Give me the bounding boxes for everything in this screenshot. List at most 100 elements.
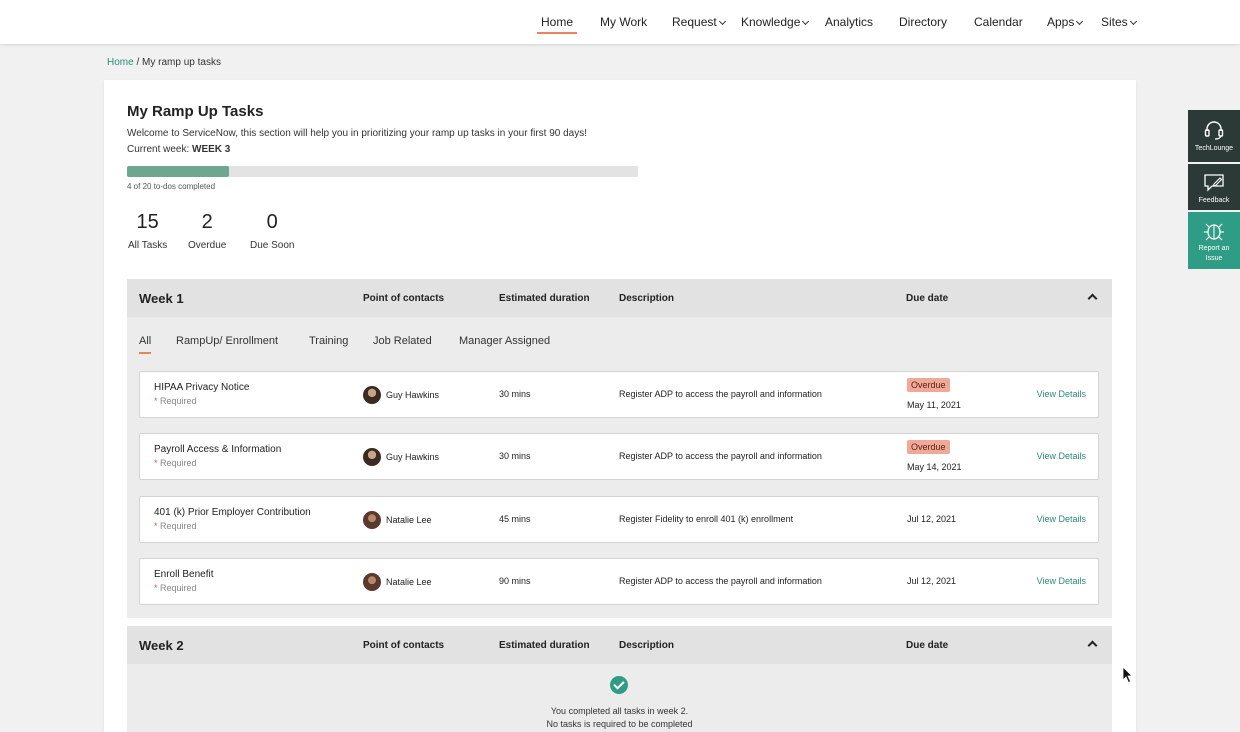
task-duration: 45 mins: [499, 514, 531, 524]
breadcrumb: Home / My ramp up tasks: [107, 57, 221, 68]
overdue-badge: Overdue: [907, 378, 950, 392]
task-duration: 30 mins: [499, 451, 531, 461]
task-description: Register ADP to access the payroll and i…: [619, 576, 822, 586]
view-details-link[interactable]: View Details: [1037, 576, 1086, 586]
nav-request-label: Request: [672, 15, 717, 29]
stat-due-soon[interactable]: 0 Due Soon: [250, 211, 294, 251]
week-1-header[interactable]: Week 1 Point of contacts Estimated durat…: [127, 279, 1112, 317]
tab-rampup-enrollment[interactable]: RampUp/ Enrollment: [176, 335, 278, 347]
task-due-date: Jul 12, 2021: [907, 514, 957, 524]
col-duration: Estimated duration: [499, 293, 590, 304]
col-due-date: Due date: [906, 293, 949, 304]
task-contact: Guy Hawkins: [363, 386, 439, 404]
stat-value: 2: [201, 211, 213, 233]
overdue-badge: Overdue: [907, 440, 950, 454]
current-week: Current week: WEEK 3: [127, 144, 230, 155]
task-due-date: Jul 12, 2021: [907, 576, 957, 586]
nav-my-work[interactable]: My Work: [600, 15, 647, 29]
required-asterisk: *: [154, 458, 158, 468]
task-name: HIPAA Privacy Notice: [154, 382, 250, 393]
nav-knowledge[interactable]: Knowledge: [741, 15, 810, 29]
view-details-link[interactable]: View Details: [1037, 514, 1086, 524]
task-required: * Required: [154, 521, 197, 531]
avatar: [363, 511, 381, 529]
task-due-date: May 11, 2021: [907, 400, 961, 410]
task-row[interactable]: Payroll Access & Information * Required …: [139, 433, 1099, 480]
week-complete-message: You completed all tasks in week 2.: [550, 706, 689, 716]
chevron-down-icon: [802, 17, 810, 26]
task-contact: Natalie Lee: [363, 573, 432, 591]
tab-manager-assigned[interactable]: Manager Assigned: [459, 335, 550, 347]
col-description: Description: [619, 640, 675, 651]
nav-sites[interactable]: Sites: [1101, 15, 1137, 29]
stat-overdue[interactable]: 2 Overdue: [188, 211, 226, 251]
week-2-section: Week 2 Point of contacts Estimated durat…: [127, 626, 1112, 732]
task-row[interactable]: HIPAA Privacy Notice * Required Guy Hawk…: [139, 371, 1099, 418]
current-week-label: Current week:: [127, 144, 190, 155]
task-name: Enroll Benefit: [154, 569, 214, 580]
required-label: Required: [160, 583, 197, 593]
collapse-icon[interactable]: [1087, 640, 1098, 651]
task-duration: 30 mins: [499, 389, 531, 399]
avatar: [363, 448, 381, 466]
feedback-label: Feedback: [1198, 197, 1230, 204]
progress-fill: [127, 166, 230, 177]
view-details-link[interactable]: View Details: [1037, 389, 1086, 399]
task-description: Register Fidelity to enroll 401 (k) enro…: [619, 514, 794, 524]
tab-all[interactable]: All: [139, 335, 152, 354]
task-contact: Natalie Lee: [363, 511, 432, 529]
required-asterisk: *: [154, 583, 158, 593]
breadcrumb-home[interactable]: Home: [107, 57, 134, 68]
nav-apps-label: Apps: [1047, 15, 1075, 29]
nav-calendar[interactable]: Calendar: [974, 15, 1023, 29]
task-name: 401 (k) Prior Employer Contribution: [154, 507, 311, 518]
stat-all-tasks[interactable]: 15 All Tasks: [128, 211, 167, 251]
col-contact: Point of contacts: [363, 640, 445, 651]
nav-request[interactable]: Request: [672, 15, 726, 29]
breadcrumb-separator: /: [136, 57, 140, 68]
contact-name: Guy Hawkins: [386, 390, 440, 400]
nav-home[interactable]: Home: [536, 15, 578, 34]
stat-label: All Tasks: [128, 240, 168, 251]
task-due-date: May 14, 2021: [907, 462, 962, 472]
required-label: Required: [160, 521, 197, 531]
nav-sites-label: Sites: [1101, 15, 1128, 29]
task-required: * Required: [154, 396, 197, 406]
task-row[interactable]: 401 (k) Prior Employer Contribution * Re…: [139, 496, 1099, 543]
week-1-tabs: All RampUp/ Enrollment Training Job Rela…: [127, 317, 1112, 361]
view-details-link[interactable]: View Details: [1037, 451, 1086, 461]
feedback-button[interactable]: Feedback: [1188, 164, 1240, 210]
avatar: [363, 386, 381, 404]
breadcrumb-current: My ramp up tasks: [142, 57, 221, 68]
nav-analytics[interactable]: Analytics: [825, 15, 873, 29]
report-issue-button[interactable]: Report an Issue: [1188, 212, 1240, 269]
stat-value: 15: [136, 211, 159, 233]
week-2-header[interactable]: Week 2 Point of contacts Estimated durat…: [127, 626, 1112, 664]
nav-apps[interactable]: Apps: [1047, 15, 1084, 29]
avatar: [363, 573, 381, 591]
techlounge-button[interactable]: TechLounge: [1188, 110, 1240, 162]
nav-directory[interactable]: Directory: [899, 15, 947, 29]
required-label: Required: [160, 396, 197, 406]
col-description: Description: [619, 293, 675, 304]
required-asterisk: *: [154, 521, 158, 531]
task-required: * Required: [154, 458, 197, 468]
tab-training[interactable]: Training: [309, 335, 348, 347]
stat-value: 0: [266, 211, 278, 233]
task-row[interactable]: Enroll Benefit * Required Natalie Lee 90…: [139, 558, 1099, 605]
bug-icon: [1204, 223, 1224, 241]
contact-name: Natalie Lee: [386, 577, 432, 587]
week-title: Week 1: [139, 291, 184, 306]
tab-job-related[interactable]: Job Related: [373, 335, 432, 347]
page-title: My Ramp Up Tasks: [127, 103, 264, 120]
task-description: Register ADP to access the payroll and i…: [619, 389, 822, 399]
welcome-text: Welcome to ServiceNow, this section will…: [127, 128, 588, 139]
chevron-down-icon: [1076, 17, 1084, 26]
col-contact: Point of contacts: [363, 293, 445, 304]
week-title: Week 2: [139, 638, 184, 653]
techlounge-label: TechLounge: [1194, 145, 1234, 152]
collapse-icon[interactable]: [1087, 293, 1098, 304]
task-required: * Required: [154, 583, 197, 593]
required-label: Required: [160, 458, 197, 468]
stat-label: Due Soon: [250, 240, 295, 251]
